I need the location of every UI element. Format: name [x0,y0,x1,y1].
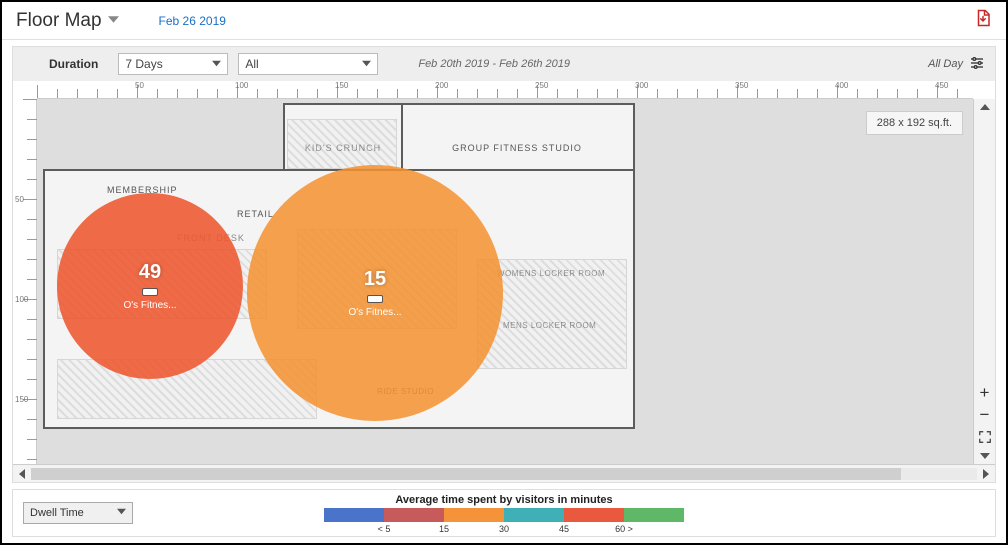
scroll-up-button[interactable] [974,99,995,115]
scroll-down-button[interactable] [974,448,995,464]
chevron-down-icon [362,57,371,71]
legend-block: 30 [504,508,564,522]
scroll-left-button[interactable] [13,465,31,483]
scope-select-value: All [245,57,258,71]
map-control-strip: + − [973,99,995,464]
dwell-value: 15 [364,268,386,291]
scrollbar-track[interactable] [31,468,977,480]
ap-marker-icon [142,288,158,296]
horizontal-scrollbar[interactable] [13,464,995,482]
legend-color-row: < 5 15 30 45 60 > [324,508,684,522]
legend-block: 60 > [624,508,684,522]
scope-select[interactable]: All [238,53,378,75]
dwell-bubble-2[interactable]: 15 O's Fitnes... [247,165,503,421]
legend-block [324,508,384,522]
duration-select-value: 7 Days [125,57,162,71]
dwell-label: O's Fitnes... [123,300,176,311]
dwell-bubble-1[interactable]: 49 O's Fitnes... [57,193,243,379]
map-viewport[interactable]: KID'S CRUNCH GROUP FITNESS STUDIO MEMBER… [37,99,973,464]
legend: Average time spent by visitors in minute… [324,494,684,522]
ap-marker-icon [367,295,383,303]
dwell-value: 49 [139,261,161,284]
fullscreen-button[interactable] [974,426,996,448]
legend-tick: 15 [439,524,449,534]
page-title: Floor Map [16,10,102,32]
scroll-right-button[interactable] [977,465,995,483]
legend-footer: Dwell Time Average time spent by visitor… [12,489,996,537]
legend-title: Average time spent by visitors in minute… [324,494,684,506]
scrollbar-thumb[interactable] [31,468,901,480]
duration-select[interactable]: 7 Days [118,53,228,75]
filter-bar: Duration 7 Days All Feb 20th 2019 - Feb … [13,47,995,81]
filter-settings-icon[interactable] [969,55,985,74]
horizontal-ruler: 50100150200250300350400450 [37,81,973,99]
vertical-ruler: 50100150 [13,99,37,464]
metric-select-value: Dwell Time [30,507,84,519]
legend-tick: 45 [559,524,569,534]
legend-tick: 30 [499,524,509,534]
map-area: 50100150200250300350400450 50100150 KID'… [13,81,995,464]
page-header: Floor Map Feb 26 2019 [2,2,1006,40]
dwell-label: O's Fitnes... [348,307,401,318]
legend-tick: < 5 [378,524,391,534]
metric-select[interactable]: Dwell Time [23,502,133,524]
duration-label: Duration [49,57,98,71]
legend-block: < 5 [384,508,444,522]
zoom-out-button[interactable]: − [974,404,996,426]
label-retail: RETAIL [237,209,274,219]
legend-block: 45 [564,508,624,522]
allday-toggle[interactable]: All Day [928,58,963,70]
download-pdf-icon[interactable] [974,9,992,32]
selected-date-link[interactable]: Feb 26 2019 [159,14,226,28]
map-dimensions-badge: 288 x 192 sq.ft. [866,111,963,135]
legend-block: 15 [444,508,504,522]
legend-tick: 60 > [615,524,633,534]
chevron-down-icon [212,57,221,71]
date-range-text: Feb 20th 2019 - Feb 26th 2019 [418,58,570,70]
title-dropdown-chevron-icon[interactable] [108,12,119,30]
zoom-in-button[interactable]: + [974,382,996,404]
map-panel: Duration 7 Days All Feb 20th 2019 - Feb … [12,46,996,483]
chevron-down-icon [117,507,126,519]
